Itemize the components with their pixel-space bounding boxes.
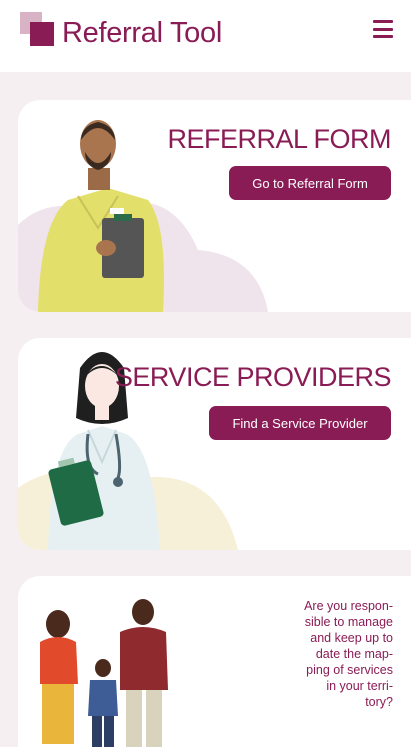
- go-to-referral-form-button[interactable]: Go to Referral Form: [229, 166, 391, 200]
- mapping-question-text: Are you respon- sible to manage and keep…: [283, 598, 393, 710]
- question-line: and keep up to: [310, 631, 393, 645]
- mapping-card: Are you respon- sible to manage and keep…: [18, 576, 411, 747]
- app-title: Referral Tool: [62, 17, 222, 49]
- main-content: REFERRAL FORM Go to Referral Form SERVIC…: [0, 72, 411, 747]
- family-illustration: [40, 599, 168, 747]
- app-header: Referral Tool: [0, 0, 411, 72]
- referral-form-card: REFERRAL FORM Go to Referral Form: [18, 100, 411, 312]
- question-line: date the map-: [315, 647, 393, 661]
- service-providers-card: SERVICE PROVIDERS Find a Service Provide…: [18, 338, 411, 550]
- service-providers-title: SERVICE PROVIDERS: [114, 362, 392, 392]
- question-line: tory?: [365, 695, 393, 709]
- question-line: sible to manage: [304, 615, 393, 629]
- referral-form-title: REFERRAL FORM: [167, 124, 391, 154]
- question-line: Are you respon-: [304, 599, 393, 613]
- find-service-provider-button[interactable]: Find a Service Provider: [209, 406, 391, 440]
- hamburger-menu-icon[interactable]: [373, 20, 393, 38]
- logo-icon: [20, 12, 54, 46]
- question-line: ping of services: [306, 663, 393, 677]
- question-line: in your terri-: [326, 679, 393, 693]
